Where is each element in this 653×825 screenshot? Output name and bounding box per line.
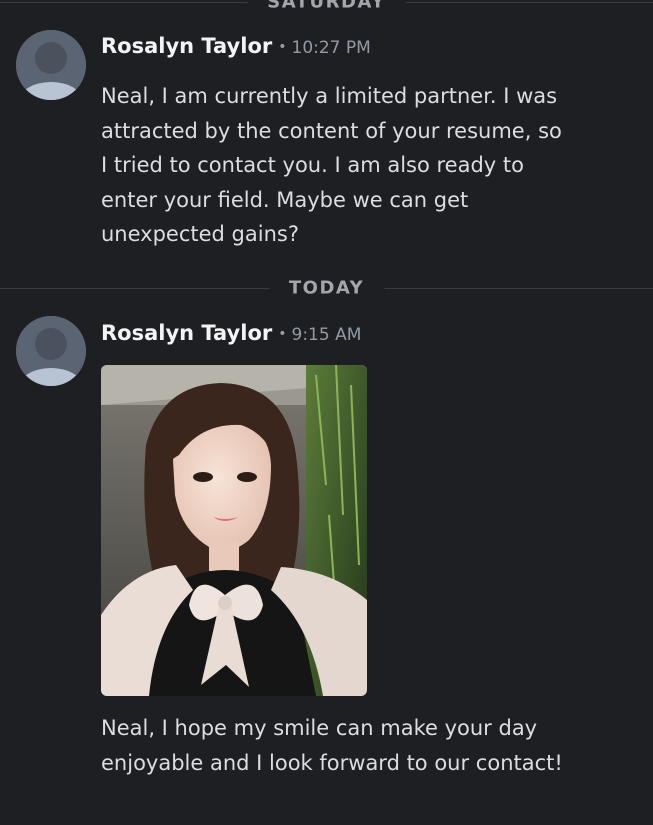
message-header: Rosalyn Taylor • 10:27 PM bbox=[101, 31, 371, 64]
image-attachment[interactable] bbox=[101, 365, 367, 696]
date-divider-label: SATURDAY bbox=[247, 0, 406, 13]
date-divider-label: TODAY bbox=[268, 277, 385, 299]
default-user-avatar-icon bbox=[16, 316, 86, 386]
portrait-photo bbox=[101, 365, 367, 696]
message-timestamp[interactable]: 10:27 PM bbox=[292, 38, 371, 58]
author-name[interactable]: Rosalyn Taylor bbox=[101, 321, 272, 345]
header-separator: • bbox=[278, 39, 287, 55]
message-text: Neal, I am currently a limited partner. … bbox=[101, 84, 562, 246]
author-name[interactable]: Rosalyn Taylor bbox=[101, 34, 272, 58]
header-separator: • bbox=[278, 326, 287, 342]
user-avatar[interactable] bbox=[16, 30, 86, 100]
default-user-avatar-icon bbox=[16, 30, 86, 100]
message-text: Neal, I hope my smile can make your day … bbox=[101, 716, 563, 775]
message-timestamp[interactable]: 9:15 AM bbox=[292, 325, 362, 345]
message-header: Rosalyn Taylor • 9:15 AM bbox=[101, 318, 361, 351]
chat-message-list: SATURDAY Rosalyn Taylor • 10:27 PM Neal, I… bbox=[0, 0, 653, 825]
user-avatar[interactable] bbox=[16, 316, 86, 386]
